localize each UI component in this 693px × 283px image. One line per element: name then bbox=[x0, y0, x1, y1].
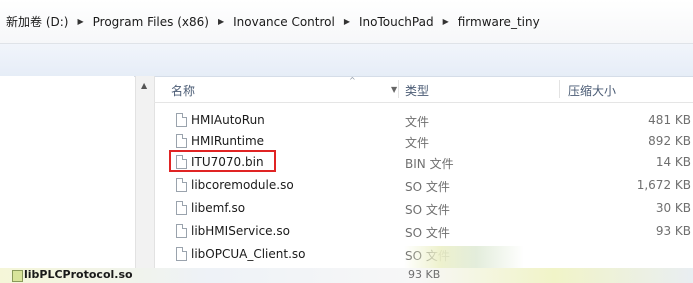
file-type: 文件 bbox=[405, 115, 430, 129]
file-type: SO 文件 bbox=[405, 203, 450, 217]
file-name: libPLCProtocol.so bbox=[24, 268, 133, 281]
file-row[interactable]: libemf.so SO 文件 30 KB bbox=[154, 198, 693, 220]
file-size: 1,672 KB bbox=[636, 178, 691, 192]
file-type: SO 文件 bbox=[405, 180, 450, 194]
file-size: 93 KB bbox=[408, 268, 441, 281]
file-type: SO 文件 bbox=[405, 226, 450, 240]
file-icon bbox=[176, 178, 187, 192]
file-row[interactable]: libHMIService.so SO 文件 93 KB bbox=[154, 221, 693, 243]
file-icon bbox=[176, 113, 187, 127]
address-bar[interactable]: 新加卷 (D:) ▶ Program Files (x86) ▶ Inovanc… bbox=[0, 0, 693, 44]
column-header: 名称 ^ ▼ 类型 压缩大小 bbox=[154, 76, 693, 103]
breadcrumb-inovance-control[interactable]: Inovance Control bbox=[231, 13, 337, 31]
red-highlight-box bbox=[169, 150, 276, 172]
column-dropdown-icon[interactable]: ▼ bbox=[391, 85, 397, 94]
breadcrumb-firmware-tiny[interactable]: firmware_tiny bbox=[456, 13, 542, 31]
navigation-pane[interactable] bbox=[0, 76, 134, 283]
sort-ascending-icon: ^ bbox=[349, 76, 356, 85]
breadcrumb-inotouchpad[interactable]: InoTouchPad bbox=[357, 13, 436, 31]
column-divider[interactable] bbox=[559, 80, 560, 98]
breadcrumb-drive[interactable]: 新加卷 (D:) bbox=[4, 11, 70, 32]
column-header-name[interactable]: 名称 bbox=[171, 82, 195, 99]
vertical-scrollbar[interactable]: ▲ bbox=[135, 76, 155, 268]
file-icon bbox=[12, 270, 23, 282]
column-header-type[interactable]: 类型 bbox=[405, 82, 429, 99]
breadcrumb-program-files[interactable]: Program Files (x86) bbox=[91, 13, 211, 31]
chevron-right-icon[interactable]: ▶ bbox=[344, 17, 350, 26]
chevron-right-icon[interactable]: ▶ bbox=[218, 17, 224, 26]
image-artifact bbox=[404, 246, 524, 268]
file-row[interactable]: HMIAutoRun 文件 481 KB bbox=[154, 110, 693, 132]
file-icon bbox=[176, 224, 187, 238]
column-divider[interactable] bbox=[398, 80, 399, 98]
file-size: 30 KB bbox=[655, 201, 691, 215]
file-size: 892 KB bbox=[648, 134, 691, 148]
file-icon bbox=[176, 201, 187, 215]
scroll-up-icon[interactable]: ▲ bbox=[141, 81, 147, 90]
chevron-right-icon[interactable]: ▶ bbox=[443, 17, 449, 26]
column-header-size[interactable]: 压缩大小 bbox=[568, 82, 616, 99]
file-size: 481 KB bbox=[648, 113, 691, 127]
file-name: libOPCUA_Client.so bbox=[191, 247, 306, 261]
file-name: libemf.so bbox=[191, 201, 246, 215]
file-row[interactable]: libcoremodule.so SO 文件 1,672 KB bbox=[154, 175, 693, 197]
file-name: HMIRuntime bbox=[191, 134, 265, 148]
file-name: libcoremodule.so bbox=[191, 178, 294, 192]
file-row-partial[interactable]: libPLCProtocol.so 93 KB bbox=[0, 268, 693, 283]
toolbar bbox=[0, 44, 693, 77]
file-type: 文件 bbox=[405, 136, 430, 150]
file-name: libHMIService.so bbox=[191, 224, 290, 238]
file-size: 14 KB bbox=[655, 155, 691, 169]
file-icon bbox=[176, 247, 187, 261]
file-name: HMIAutoRun bbox=[191, 113, 265, 127]
file-size: 93 KB bbox=[655, 224, 691, 238]
chevron-right-icon[interactable]: ▶ bbox=[77, 17, 83, 26]
file-icon bbox=[176, 134, 187, 148]
file-type: BIN 文件 bbox=[405, 157, 454, 171]
